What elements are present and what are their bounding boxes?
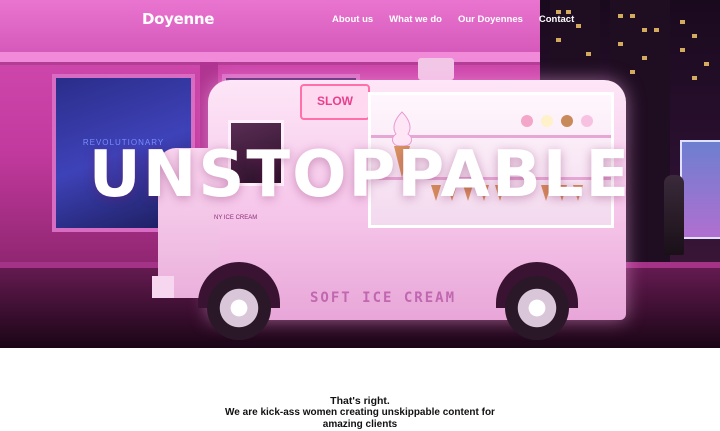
top-navigation: Doyenne About us What we do Our Doyennes… — [0, 0, 720, 40]
hero-section: REVOLUTIONARY SLOW NY ICE CREAM SOFT ICE… — [0, 0, 720, 348]
nav-link-about[interactable]: About us — [332, 14, 373, 25]
truck-wheel — [207, 276, 271, 340]
lit-window — [586, 52, 591, 56]
nav-link-what-we-do[interactable]: What we do — [389, 14, 442, 25]
truck-bumper — [152, 276, 174, 298]
intro-title: That's right. — [330, 395, 390, 407]
lit-window — [704, 62, 709, 66]
awning-stripe — [0, 52, 555, 62]
truck-door-text: NY ICE CREAM — [214, 215, 258, 221]
lit-window — [630, 70, 635, 74]
lit-window — [642, 56, 647, 60]
truck-side-text: SOFT ICE CREAM — [310, 290, 457, 306]
ice-cream-scoop — [561, 115, 573, 127]
truck-roof-unit — [418, 58, 454, 80]
ice-cream-scoop — [541, 115, 553, 127]
nav-link-our-doyennes[interactable]: Our Doyennes — [458, 14, 523, 25]
nav-link-contact[interactable]: Contact — [539, 14, 574, 25]
lit-window — [618, 42, 623, 46]
truck-wheel — [505, 276, 569, 340]
intro-body: We are kick-ass women creating unskippab… — [225, 407, 495, 430]
ice-cream-scoop — [521, 115, 533, 127]
intro-section: That's right. We are kick-ass women crea… — [0, 395, 720, 431]
lit-window — [680, 48, 685, 52]
hero-headline: UNSTOPPABLE — [88, 138, 632, 212]
slow-sign: SLOW — [300, 84, 370, 120]
nav-links: About us What we do Our Doyennes Contact — [332, 14, 574, 25]
lit-window — [692, 76, 697, 80]
ice-cream-scoop — [581, 115, 593, 127]
site-logo[interactable]: Doyenne — [142, 10, 214, 28]
